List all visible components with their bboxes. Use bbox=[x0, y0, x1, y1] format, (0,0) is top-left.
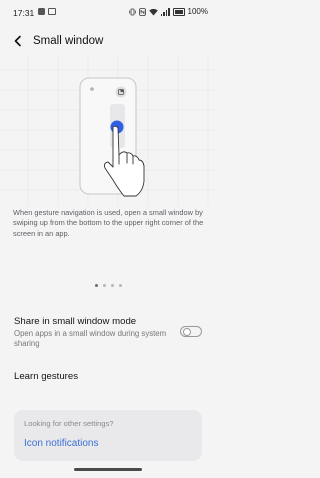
vibrate-icon bbox=[128, 8, 136, 15]
learn-gestures-label: Learn gestures bbox=[14, 371, 78, 382]
other-settings-card: Looking for other settings? Icon notific… bbox=[14, 410, 202, 461]
wifi-icon bbox=[148, 8, 158, 15]
icon-notifications-link[interactable]: Icon notifications bbox=[24, 438, 99, 449]
share-small-window-toggle[interactable] bbox=[180, 326, 202, 337]
page-dot[interactable] bbox=[110, 284, 114, 287]
learn-gestures-item[interactable]: Learn gestures bbox=[0, 366, 216, 388]
app-notification-icon bbox=[38, 8, 45, 15]
cellular-signal-icon bbox=[160, 7, 170, 16]
toggle-knob bbox=[182, 328, 191, 337]
page-dot[interactable] bbox=[102, 284, 106, 287]
system-icons: 100% bbox=[128, 7, 208, 16]
status-time: 17:31 bbox=[13, 8, 35, 18]
page-dot[interactable] bbox=[118, 284, 122, 287]
app-header: Small window bbox=[0, 26, 216, 56]
other-settings-hint: Looking for other settings? bbox=[24, 419, 114, 428]
back-arrow-icon[interactable] bbox=[11, 34, 25, 48]
message-notification-icon bbox=[48, 8, 56, 15]
home-indicator[interactable] bbox=[74, 468, 142, 471]
page-title: Small window bbox=[33, 35, 104, 47]
status-bar: 17:31 100% bbox=[0, 0, 216, 26]
page-indicator bbox=[0, 284, 216, 287]
battery-icon bbox=[172, 7, 185, 16]
setting-subtitle: Open apps in a small window during syste… bbox=[14, 329, 167, 348]
feature-description: When gesture navigation is used, open a … bbox=[13, 208, 204, 238]
nfc-icon bbox=[138, 7, 146, 16]
notification-icons bbox=[38, 8, 56, 15]
setting-title: Share in small window mode bbox=[14, 316, 137, 327]
share-small-window-setting[interactable]: Share in small window mode Open apps in … bbox=[0, 312, 216, 352]
small-window-icon bbox=[115, 86, 127, 98]
page-dot-active[interactable] bbox=[94, 284, 98, 287]
small-window-illustration bbox=[0, 56, 216, 206]
battery-percentage: 100% bbox=[187, 7, 208, 16]
